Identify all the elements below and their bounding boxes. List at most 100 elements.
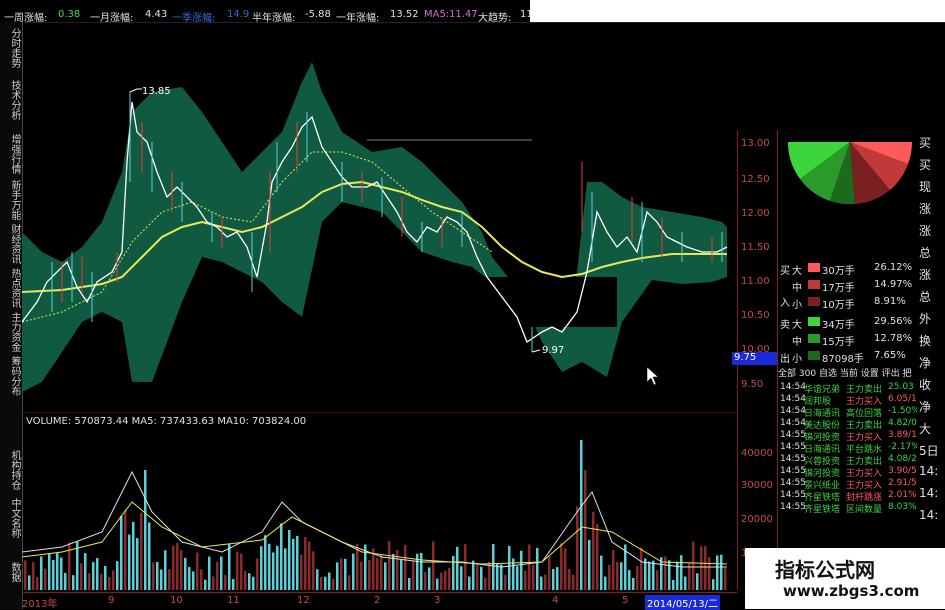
order-pct: 29.56% [874, 316, 913, 327]
trade-time: 14:55 [780, 478, 806, 488]
order-color-chip [808, 351, 820, 360]
filter-rate[interactable]: 评出 [882, 369, 900, 379]
volume-bar [684, 576, 687, 590]
volume-bar [288, 530, 291, 590]
volume-bar [504, 574, 507, 590]
volume-bar [324, 576, 327, 590]
half-value: -5.88 [305, 9, 331, 20]
volume-bar [396, 549, 399, 590]
volume-bars [24, 440, 727, 590]
ytick-1100: 11.00 [741, 276, 770, 287]
trade-time: 14:55 [780, 430, 806, 440]
tab-institutions[interactable]: 机构持仓 [2, 450, 20, 490]
volume-chart[interactable]: VOLUME: 570873.44 MA5: 737433.63 MA10: 7… [22, 412, 737, 592]
volume-bar [312, 551, 315, 590]
watermark-title: 指标公式网 [775, 558, 875, 582]
xtick-10: 10 [170, 595, 183, 606]
order-color-chip [808, 317, 820, 326]
volume-bar [704, 546, 707, 590]
volume-bar [240, 553, 243, 590]
volume-bar [56, 553, 59, 590]
volume-bar [276, 545, 279, 590]
tab-technical[interactable]: 技术分析 [2, 80, 20, 120]
volume-bar [44, 568, 47, 590]
volume-bar [356, 543, 359, 590]
volume-bar [92, 562, 95, 590]
volume-bar [484, 577, 487, 590]
order-pct: 26.12% [874, 262, 913, 273]
volume-bar [184, 557, 187, 590]
order-pct: 8.91% [874, 296, 906, 307]
side-label: 收 [919, 378, 932, 392]
volume-bar [496, 563, 499, 590]
volume-bar [604, 576, 607, 590]
order-color-chip [808, 334, 820, 343]
trade-time: 14:55 [780, 466, 806, 476]
volume-bar [420, 552, 423, 590]
volume-bar [80, 563, 83, 590]
side-label: 净 [919, 356, 932, 370]
watermark-url: www.zbgs3.com [783, 582, 920, 600]
tab-hot-news[interactable]: 热点资讯 [2, 268, 20, 308]
volume-bar [256, 558, 259, 590]
tab-data[interactable]: 数据 [2, 562, 20, 582]
volume-bar [380, 554, 383, 590]
tab-name[interactable]: 中文名称 [2, 498, 20, 538]
volume-bar [428, 567, 431, 590]
tab-enhanced[interactable]: 增强行情 [2, 134, 20, 174]
filter-watchlist[interactable]: 自选 [819, 369, 837, 379]
volume-bar [232, 579, 235, 590]
filter-300[interactable]: 300 [799, 369, 816, 379]
tab-chips[interactable]: 筹码分布 [2, 356, 20, 396]
filter-all[interactable]: 全部 [778, 369, 796, 379]
order-color-chip [808, 297, 820, 306]
side-label: 换 [919, 334, 932, 348]
trade-time: 14:54 [780, 418, 806, 428]
volume-bar [436, 578, 439, 590]
volume-bar [500, 564, 503, 590]
volume-bar [432, 541, 435, 590]
xtick-12: 12 [297, 595, 310, 606]
price-chart[interactable]: 13.85 9.97 [22, 22, 737, 412]
tab-novice[interactable]: 新手万能 [2, 180, 20, 220]
tab-finance-news[interactable]: 财经资讯 [2, 224, 20, 264]
side-label: 涨 [919, 224, 932, 238]
volume-bar [480, 566, 483, 590]
xtick-5: 5 [622, 595, 629, 606]
volume-bar [200, 569, 203, 590]
tab-intraday[interactable]: 分时走势 [2, 28, 20, 68]
volume-bar [100, 573, 103, 590]
ytick-1150: 11.50 [741, 242, 770, 253]
side-label: 总 [919, 290, 932, 304]
volume-bar [360, 561, 363, 590]
trade-val: 25.03 [888, 382, 914, 392]
tab-main-funds[interactable]: 主力资金 [2, 312, 20, 352]
trade-val: 8.03% [888, 502, 917, 512]
volume-bar [408, 577, 411, 590]
volume-bar [612, 549, 615, 590]
volume-bar [468, 576, 471, 590]
filter-current[interactable]: 当前 [840, 369, 858, 379]
volume-bar [520, 550, 523, 590]
volume-bar [712, 579, 715, 590]
ytick-950: 9.50 [741, 379, 764, 390]
volume-bar [264, 535, 267, 590]
filter-more[interactable]: 把 [903, 369, 912, 379]
volume-bar [472, 560, 475, 590]
volume-bar [112, 570, 115, 590]
xtick-11: 11 [227, 595, 240, 606]
volume-bar [492, 543, 495, 590]
filter-settings[interactable]: 设置 [861, 369, 879, 379]
side-label: 大 [919, 422, 932, 436]
order-size: 中 [792, 283, 802, 294]
volume-bar [140, 512, 143, 590]
volume-bar [192, 571, 195, 590]
volume-bar [284, 548, 287, 590]
volume-bar [296, 535, 299, 590]
ytick-1200: 12.00 [741, 208, 770, 219]
volume-bar [696, 573, 699, 590]
volume-bar [304, 536, 307, 590]
volume-bar [552, 568, 555, 590]
order-pct: 7.65% [874, 350, 906, 361]
order-pct: 14.97% [874, 279, 913, 290]
